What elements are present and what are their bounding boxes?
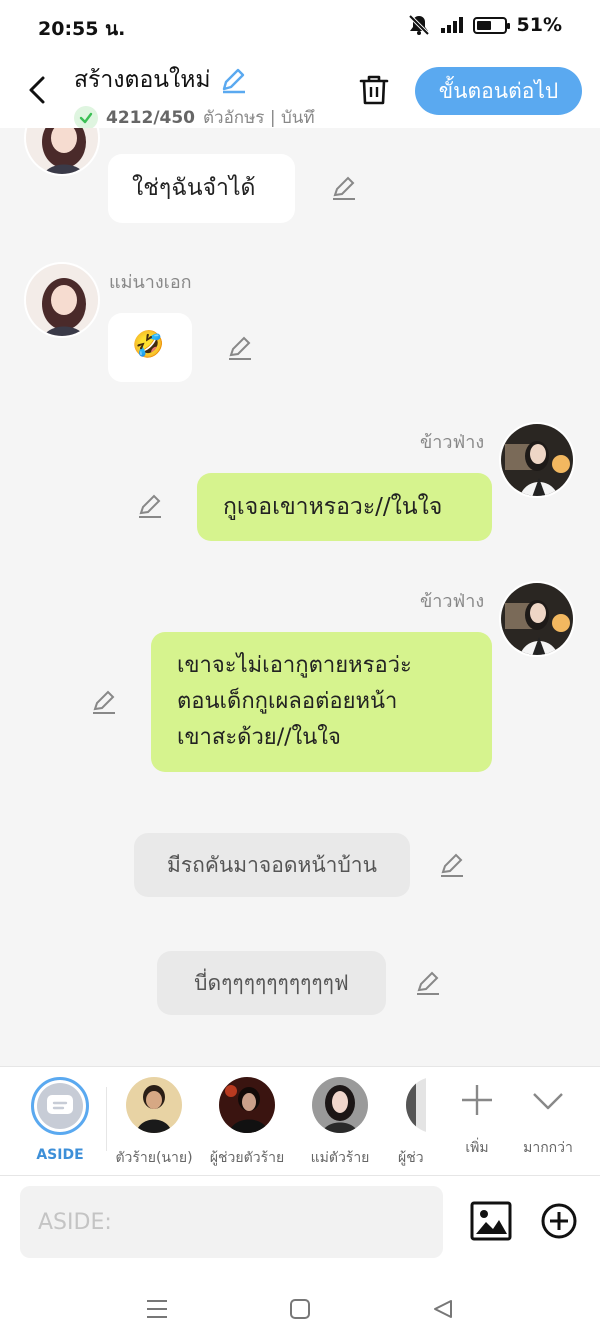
chevron-down-icon bbox=[533, 1093, 563, 1110]
chevron-left-icon bbox=[29, 76, 45, 104]
avatar[interactable] bbox=[24, 128, 100, 176]
message-text: ใช่ๆฉันจำได้ bbox=[132, 175, 256, 201]
back-nav-button[interactable] bbox=[428, 1294, 458, 1324]
message-line: เขาจะไม่เอากูตายหรอว่ะ bbox=[177, 653, 412, 678]
character-item[interactable]: ผู้ช่วยตัวร้าย bbox=[202, 1077, 292, 1169]
menu-nav-button[interactable] bbox=[142, 1294, 172, 1324]
aside-bubble[interactable]: บี่ดๆๆๆๆๆๆๆๆๆๆฟ bbox=[157, 951, 386, 1015]
pencil-icon[interactable] bbox=[219, 66, 247, 94]
page-title[interactable]: สร้างตอนใหม่ bbox=[74, 62, 344, 98]
message-bubble[interactable]: ใช่ๆฉันจำได้ bbox=[108, 154, 295, 223]
more-button[interactable]: มากกว่า bbox=[503, 1077, 593, 1159]
message-line: ตอนเด็กกูเผลอต่อยหน้า bbox=[177, 689, 398, 714]
edit-icon[interactable] bbox=[226, 334, 254, 362]
add-circle-icon[interactable] bbox=[540, 1202, 578, 1240]
message-emoji: 🤣 bbox=[132, 330, 165, 360]
input-bar bbox=[0, 1176, 600, 1276]
character-label: ตัวร้าย(นาย) bbox=[115, 1150, 193, 1166]
check-icon bbox=[74, 105, 98, 130]
char-count: 4212/450 bbox=[106, 107, 196, 128]
message-line: เขาสะด้วย//ในใจ bbox=[177, 725, 341, 750]
sender-name: ข้าวฟ่าง bbox=[420, 432, 485, 453]
back-triangle-icon bbox=[434, 1300, 452, 1318]
plus-icon bbox=[462, 1085, 492, 1115]
character-item[interactable]: ตัวร้าย(นาย) bbox=[109, 1077, 199, 1169]
character-aside[interactable]: ASIDE bbox=[15, 1077, 105, 1163]
delete-button[interactable] bbox=[356, 70, 392, 110]
avatar bbox=[312, 1077, 368, 1133]
avatar bbox=[406, 1077, 426, 1133]
character-label: ASIDE bbox=[36, 1147, 84, 1163]
edit-icon[interactable] bbox=[136, 492, 164, 520]
header: สร้างตอนใหม่ 4212/450 ตัวอักษร | บันทึ ข… bbox=[0, 52, 600, 131]
mute-bell-icon bbox=[408, 14, 429, 36]
home-nav-button[interactable] bbox=[285, 1294, 315, 1324]
home-square-icon bbox=[290, 1299, 310, 1319]
chat-area[interactable]: ใช่ๆฉันจำได้ แม่นางเอก 🤣 ข้าวฟ่าง กูเจอเ… bbox=[0, 128, 600, 1066]
back-button[interactable] bbox=[20, 70, 54, 110]
sender-name: แม่นางเอก bbox=[109, 272, 192, 293]
trash-icon bbox=[359, 75, 389, 105]
menu-icon bbox=[147, 1300, 167, 1318]
character-item[interactable]: แม่ตัวร้าย bbox=[295, 1077, 385, 1169]
battery-percent: 51% bbox=[516, 14, 562, 36]
avatar[interactable] bbox=[499, 581, 575, 657]
message-bubble[interactable]: กูเจอเขาหรอวะ//ในใจ bbox=[197, 473, 492, 541]
edit-icon[interactable] bbox=[438, 851, 466, 879]
message-text: กูเจอเขาหรอวะ//ในใจ bbox=[223, 494, 443, 520]
battery-icon bbox=[472, 16, 510, 34]
save-status: 4212/450 ตัวอักษร | บันทึ bbox=[74, 104, 330, 131]
aside-bubble[interactable]: มีรถคันมาจอดหน้าบ้าน bbox=[134, 833, 410, 897]
edit-icon[interactable] bbox=[90, 688, 118, 716]
edit-icon[interactable] bbox=[414, 969, 442, 997]
more-label: มากกว่า bbox=[523, 1140, 573, 1156]
image-icon[interactable] bbox=[470, 1200, 512, 1242]
message-input[interactable] bbox=[20, 1186, 443, 1258]
aside-text: บี่ดๆๆๆๆๆๆๆๆๆๆฟ bbox=[194, 971, 349, 995]
sender-name: ข้าวฟ่าง bbox=[420, 591, 485, 612]
character-label: ผู้ช่วยตัวร้าย bbox=[209, 1150, 285, 1166]
avatar[interactable] bbox=[24, 262, 100, 338]
character-bar: ASIDE ตัวร้าย(นาย) ผู้ช่วยตัวร้าย แม่ตัว… bbox=[0, 1066, 600, 1176]
avatar[interactable] bbox=[499, 422, 575, 498]
avatar bbox=[219, 1077, 275, 1133]
character-label: ผู้ช่ว bbox=[398, 1150, 424, 1166]
status-bar: 20:55 น. 51% bbox=[0, 0, 600, 52]
page-title-text: สร้างตอนใหม่ bbox=[74, 67, 211, 93]
title-area: สร้างตอนใหม่ 4212/450 ตัวอักษร | บันทึ bbox=[74, 62, 344, 131]
aside-text: มีรถคันมาจอดหน้าบ้าน bbox=[167, 853, 377, 877]
avatar bbox=[126, 1077, 182, 1133]
divider bbox=[106, 1087, 107, 1151]
message-bubble[interactable]: เขาจะไม่เอากูตายหรอว่ะ ตอนเด็กกูเผลอต่อย… bbox=[151, 632, 492, 772]
aside-icon bbox=[31, 1077, 89, 1135]
next-step-button[interactable]: ขั้นตอนต่อไป bbox=[415, 67, 582, 115]
character-item[interactable]: ผู้ช่ว bbox=[388, 1077, 426, 1169]
message-bubble[interactable]: 🤣 bbox=[108, 313, 192, 382]
system-nav-bar bbox=[0, 1276, 600, 1343]
signal-icon bbox=[440, 17, 463, 33]
status-icons: 51% bbox=[407, 14, 562, 36]
char-count-label: ตัวอักษร | บันทึ bbox=[203, 108, 315, 128]
status-time: 20:55 น. bbox=[38, 18, 126, 40]
character-label: แม่ตัวร้าย bbox=[310, 1150, 370, 1166]
edit-icon[interactable] bbox=[330, 174, 358, 202]
